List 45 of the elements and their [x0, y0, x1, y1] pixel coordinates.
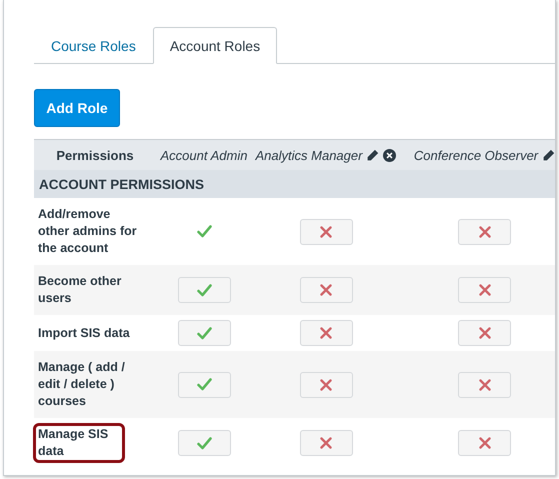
- check-icon: [196, 326, 212, 340]
- check-icon: [196, 436, 212, 450]
- check-icon: [196, 284, 212, 296]
- permission-toggle[interactable]: [178, 372, 230, 398]
- cross-icon: [320, 327, 332, 339]
- cross-icon: [320, 437, 332, 449]
- permission-toggle[interactable]: [300, 372, 352, 398]
- section-header: ACCOUNT PERMISSIONS: [34, 170, 555, 198]
- cross-icon: [478, 327, 490, 339]
- check-icon: [196, 225, 212, 238]
- check-icon: [196, 378, 212, 391]
- cross-icon: [478, 437, 490, 449]
- column-header: Conference Observer: [414, 148, 538, 162]
- highlighted-permission-label: Manage SIS data: [33, 423, 125, 463]
- column-header: Account Admin: [160, 148, 248, 162]
- permission-toggle[interactable]: [458, 218, 511, 244]
- column-header: Analytics Manager: [256, 148, 362, 162]
- permission-toggle[interactable]: [300, 430, 352, 456]
- permission-toggle[interactable]: [300, 320, 352, 346]
- pencil-icon[interactable]: [542, 148, 555, 162]
- permission-toggle[interactable]: [458, 430, 511, 456]
- column-header: Permissions: [56, 148, 134, 162]
- permission-label: Manage ( add / edit / delete ) courses: [37, 359, 126, 410]
- cross-icon: [320, 284, 332, 296]
- permission-toggle[interactable]: [178, 320, 230, 346]
- permission-toggle[interactable]: [458, 372, 511, 398]
- cross-icon: [478, 378, 490, 390]
- permission-toggle[interactable]: [178, 430, 230, 456]
- permission-toggle[interactable]: [300, 277, 352, 303]
- permission-toggle[interactable]: [178, 277, 230, 303]
- tab[interactable]: Account Roles: [152, 27, 278, 64]
- pencil-icon[interactable]: [366, 148, 380, 162]
- permission-toggle[interactable]: [458, 320, 511, 346]
- tab[interactable]: Course Roles: [34, 27, 153, 64]
- permission-label: Add/remove other admins for the account: [37, 206, 138, 257]
- cross-icon: [478, 226, 490, 238]
- permission-toggle[interactable]: [458, 277, 511, 303]
- cross-icon: [320, 378, 332, 390]
- add-role-button[interactable]: Add Role: [34, 89, 120, 127]
- cross-icon: [478, 284, 490, 296]
- permission-label: Import SIS data: [37, 324, 131, 342]
- permission-label: Become other users: [37, 273, 122, 307]
- cross-icon: [320, 226, 332, 238]
- remove-icon[interactable]: [383, 148, 396, 162]
- permission-toggle[interactable]: [300, 218, 352, 244]
